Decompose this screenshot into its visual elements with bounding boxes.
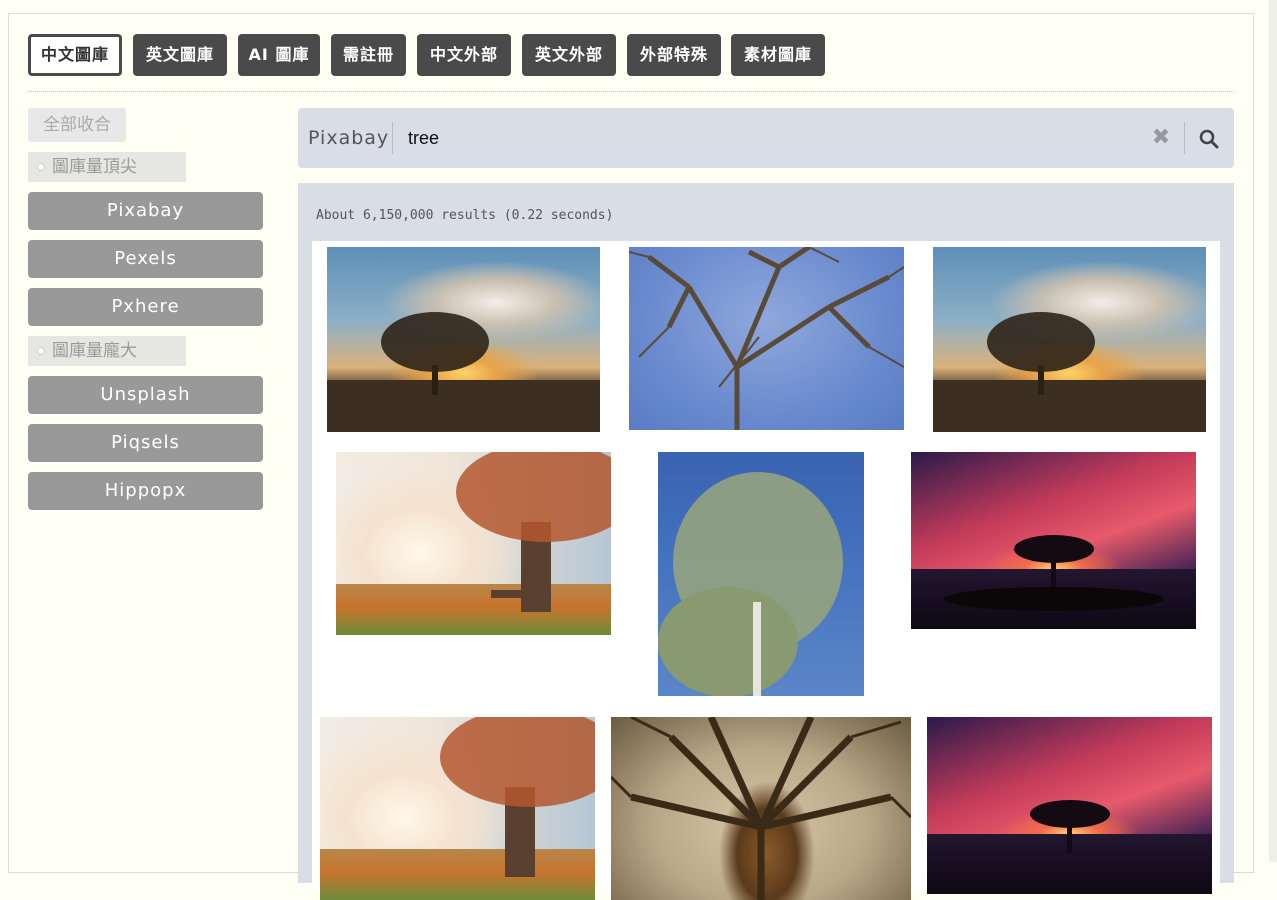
image-result[interactable] [911,452,1196,629]
image-result[interactable] [611,717,911,900]
site-button-pixabay[interactable]: Pixabay [28,192,263,230]
tab-chinese-gallery[interactable]: 中文圖庫 [28,34,122,76]
collapse-all-button[interactable]: 全部收合 [28,108,126,142]
tab-chinese-external[interactable]: 中文外部 [417,34,511,76]
divider [28,91,1234,92]
separator [1184,122,1185,154]
group-label-text: 圖庫量龐大 [52,341,137,361]
image-result[interactable] [320,717,595,900]
tab-ai-gallery[interactable]: AI 圖庫 [238,34,320,76]
image-result[interactable] [927,717,1212,894]
close-icon[interactable]: ✖ [1151,126,1171,150]
tab-requires-registration[interactable]: 需註冊 [331,34,406,76]
tab-english-gallery[interactable]: 英文圖庫 [133,34,227,76]
tab-english-external[interactable]: 英文外部 [522,34,616,76]
results-panel: About 6,150,000 results (0.22 seconds) [298,183,1234,900]
group-label-text: 圖庫量頂尖 [52,157,137,177]
group-label-large[interactable]: 圖庫量龐大 [28,336,186,366]
image-result[interactable] [336,452,611,635]
tab-asset-gallery[interactable]: 素材圖庫 [731,34,825,76]
separator [392,122,393,154]
image-grid [312,241,1220,900]
group-label-top[interactable]: 圖庫量頂尖 [28,152,186,182]
gutter [1254,0,1269,862]
image-result[interactable] [933,247,1206,432]
scrollbar[interactable] [1269,0,1277,862]
site-button-hippopx[interactable]: Hippopx [28,472,263,510]
search-source-label: Pixabay [308,127,390,149]
site-button-pexels[interactable]: Pexels [28,240,263,278]
tab-external-special[interactable]: 外部特殊 [627,34,721,76]
search-input[interactable] [406,118,1130,158]
search-bar: Pixabay ✖ [298,108,1234,168]
site-button-unsplash[interactable]: Unsplash [28,376,263,414]
image-result[interactable] [629,247,904,430]
search-icon[interactable] [1198,128,1220,150]
site-button-piqsels[interactable]: Piqsels [28,424,263,462]
bullet-icon [37,163,45,171]
image-result[interactable] [658,452,864,696]
site-button-pxhere[interactable]: Pxhere [28,288,263,326]
image-result[interactable] [327,247,600,432]
bullet-icon [37,347,45,355]
result-stats: About 6,150,000 results (0.22 seconds) [316,208,614,223]
